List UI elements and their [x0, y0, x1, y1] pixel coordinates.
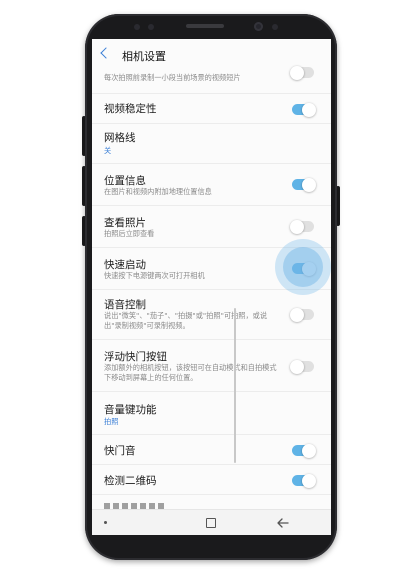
setting-title: 查看照片 [104, 217, 146, 229]
setting-title: 快门音 [104, 445, 136, 457]
touch-indicator-inner [283, 247, 323, 287]
sensor-dot [148, 24, 154, 30]
setting-row-volume-key[interactable]: 音量键功能 拍照 [92, 392, 331, 435]
setting-title: 语音控制 [104, 299, 146, 311]
setting-title: 视频稳定性 [104, 103, 157, 115]
scrollbar[interactable] [234, 308, 236, 463]
setting-title: 位置信息 [104, 175, 146, 187]
toggle-switch[interactable] [290, 65, 314, 80]
toggle-switch[interactable] [290, 307, 314, 322]
setting-title: 浮动快门按钮 [104, 351, 167, 363]
setting-row-voice-control[interactable]: 语音控制 说出"微笑"、"茄子"、"拍摄"或"拍照"可拍照，或说出"录制视频"可… [92, 290, 331, 340]
setting-row-motion-photo[interactable]: 每次拍照前录制一小段当前场景的视频短片 [92, 61, 331, 94]
setting-title: 检测二维码 [104, 475, 157, 487]
sensor-dot [134, 24, 140, 30]
setting-title: 网格线 [104, 132, 136, 144]
setting-subtitle: 在图片和视频内附加地理位置信息 [104, 187, 212, 196]
toggle-switch[interactable] [292, 473, 316, 488]
back-arrow-icon[interactable] [276, 516, 290, 530]
setting-subtitle: 添加额外的相机按钮，该按钮可在自动模式和自拍模式下移动到屏幕上的任何位置。 [104, 363, 277, 382]
earpiece-speaker [186, 24, 224, 28]
sensor-dot [272, 24, 278, 30]
chevron-left-icon[interactable] [100, 47, 112, 59]
toggle-switch[interactable] [290, 359, 314, 374]
toggle-switch[interactable] [292, 102, 316, 117]
setting-subtitle: 每次拍照前录制一小段当前场景的视频短片 [104, 73, 241, 82]
nav-dot-icon [104, 521, 107, 524]
setting-row-floating-shutter[interactable]: 浮动快门按钮 添加额外的相机按钮，该按钮可在自动模式和自拍模式下移动到屏幕上的任… [92, 340, 331, 392]
setting-title: 音量键功能 [104, 404, 157, 416]
setting-value: 拍照 [104, 417, 119, 426]
setting-title: 快速启动 [104, 259, 146, 271]
setting-subtitle: 说出"微笑"、"茄子"、"拍摄"或"拍照"可拍照，或说出"录制视频"可录制视频。 [104, 311, 268, 330]
toggle-switch[interactable] [292, 177, 316, 192]
setting-subtitle: 拍照后立即查看 [104, 229, 155, 238]
setting-value: 关 [104, 146, 112, 155]
toggle-switch[interactable] [292, 443, 316, 458]
setting-row-grid-lines[interactable]: 网格线 关 [92, 124, 331, 164]
front-camera [254, 22, 263, 31]
setting-row-location[interactable]: 位置信息 在图片和视频内附加地理位置信息 [92, 164, 331, 206]
setting-row-shutter-sound[interactable]: 快门音 [92, 435, 331, 465]
recent-apps-icon[interactable] [206, 518, 216, 528]
navigation-bar [92, 509, 331, 535]
setting-row-qr-detect[interactable]: 检测二维码 [92, 465, 331, 495]
toggle-switch[interactable] [290, 219, 314, 234]
setting-row-video-stabilization[interactable]: 视频稳定性 [92, 94, 331, 124]
setting-subtitle: 快速按下电源键两次可打开相机 [104, 271, 205, 280]
